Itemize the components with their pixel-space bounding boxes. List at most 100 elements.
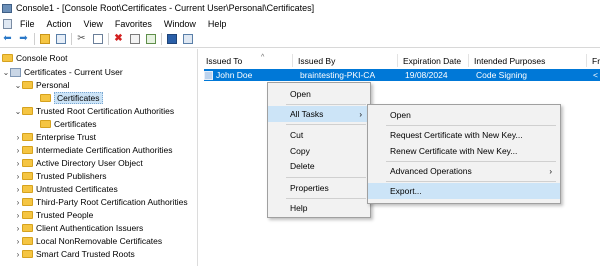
chevron-right-icon[interactable]: › <box>14 133 22 142</box>
menu-item-help[interactable]: Help <box>268 200 370 216</box>
tree-node-client-auth[interactable]: › Client Authentication Issuers <box>14 222 144 234</box>
tree-label: Active Directory User Object <box>36 158 143 168</box>
folder-icon <box>22 133 33 141</box>
submenu-item-request-new-key[interactable]: Request Certificate with New Key... <box>368 127 560 143</box>
menu-favorites[interactable]: Favorites <box>109 19 158 29</box>
menu-item-delete[interactable]: Delete <box>268 158 370 174</box>
menu-help[interactable]: Help <box>202 19 233 29</box>
tree-node-personal-certificates[interactable]: Certificates <box>40 92 103 104</box>
cell-friendly-name: < <box>593 70 598 80</box>
submenu-item-renew-new-key[interactable]: Renew Certificate with New Key... <box>368 143 560 159</box>
tree-node-trusted-root-certificates[interactable]: Certificates <box>40 118 97 130</box>
table-row[interactable]: John Doe braintesting-PKI-CA 19/08/2024 … <box>204 69 600 81</box>
column-label: Fr <box>592 55 600 66</box>
menu-separator <box>386 125 556 126</box>
console-document-icon[interactable] <box>3 18 12 29</box>
chevron-right-icon[interactable]: › <box>14 146 22 155</box>
menu-item-label: Help <box>290 203 308 213</box>
menu-item-copy[interactable]: Copy <box>268 143 370 159</box>
menu-item-all-tasks[interactable]: All Tasks › <box>268 106 370 122</box>
column-label: Expiration Date <box>403 55 462 66</box>
menu-item-label: Request Certificate with New Key... <box>390 130 523 140</box>
forward-icon[interactable]: ➡ <box>17 33 30 46</box>
menu-action[interactable]: Action <box>41 19 78 29</box>
submenu-item-open[interactable]: Open <box>368 107 560 123</box>
menu-item-label: All Tasks <box>290 109 324 119</box>
toolbar-separator <box>161 33 162 45</box>
delete-icon[interactable]: ✖ <box>112 33 125 46</box>
tree-node-trusted-root[interactable]: ⌄ Trusted Root Certification Authorities <box>14 105 174 117</box>
chevron-right-icon[interactable]: › <box>14 237 22 246</box>
submenu-item-advanced-operations[interactable]: Advanced Operations › <box>368 163 560 179</box>
menu-window[interactable]: Window <box>158 19 202 29</box>
column-intended-purposes[interactable]: Intended Purposes <box>469 54 587 67</box>
properties-icon[interactable] <box>128 33 141 46</box>
tree-node-personal[interactable]: ⌄ Personal <box>14 79 70 91</box>
tree-node-trusted-people[interactable]: › Trusted People <box>14 209 94 221</box>
tree-node-intermediate[interactable]: › Intermediate Certification Authorities <box>14 144 173 156</box>
menu-separator <box>286 198 366 199</box>
folder-icon <box>2 54 13 62</box>
folder-icon <box>22 224 33 232</box>
tree-node-local-nonremovable[interactable]: › Local NonRemovable Certificates <box>14 235 163 247</box>
chevron-right-icon[interactable]: › <box>14 224 22 233</box>
window-title: Console1 - [Console Root\Certificates - … <box>16 3 315 13</box>
mmc-app-icon <box>2 3 12 13</box>
tree-node-untrusted[interactable]: › Untrusted Certificates <box>14 183 118 195</box>
folder-icon <box>22 250 33 258</box>
tree-label: Smart Card Trusted Roots <box>36 249 135 259</box>
issued-to-value: John Doe <box>216 70 253 80</box>
tree-label: Intermediate Certification Authorities <box>36 145 173 155</box>
tree-node-smart-card[interactable]: › Smart Card Trusted Roots <box>14 248 135 260</box>
folder-icon <box>22 198 33 206</box>
certificate-store-icon <box>10 67 21 77</box>
column-issued-to[interactable]: Issued To ^ <box>201 54 293 67</box>
menu-item-properties[interactable]: Properties <box>268 180 370 196</box>
tree-node-third-party[interactable]: › Third-Party Root Certification Authori… <box>14 196 188 208</box>
folder-icon <box>22 159 33 167</box>
export-list-icon[interactable] <box>144 33 157 46</box>
menu-separator <box>286 124 366 125</box>
chevron-down-icon[interactable]: ⌄ <box>2 68 10 77</box>
show-hide-tree-icon[interactable] <box>54 33 67 46</box>
cut-icon[interactable]: ✂ <box>75 33 88 46</box>
menu-file[interactable]: File <box>14 19 41 29</box>
toolbar: ⬅ ➡ ✂ ✖ <box>0 31 600 48</box>
up-folder-icon[interactable] <box>38 33 51 46</box>
tree-node-console-root[interactable]: Console Root <box>2 52 68 64</box>
certificate-icon <box>204 70 213 80</box>
tree-label: Enterprise Trust <box>36 132 96 142</box>
column-issued-by[interactable]: Issued By <box>293 54 398 67</box>
folder-icon <box>40 120 51 128</box>
menu-view[interactable]: View <box>78 19 109 29</box>
copy-icon[interactable] <box>91 33 104 46</box>
chevron-right-icon[interactable]: › <box>14 172 22 181</box>
folder-icon <box>22 146 33 154</box>
tree-node-enterprise-trust[interactable]: › Enterprise Trust <box>14 131 96 143</box>
view-icon[interactable] <box>181 33 194 46</box>
chevron-down-icon[interactable]: ⌄ <box>14 81 22 90</box>
chevron-down-icon[interactable]: ⌄ <box>14 107 22 116</box>
submenu-item-export[interactable]: Export... <box>368 183 560 199</box>
tree-node-trusted-publishers[interactable]: › Trusted Publishers <box>14 170 107 182</box>
column-expiration-date[interactable]: Expiration Date <box>398 54 469 67</box>
menu-separator <box>386 161 556 162</box>
chevron-right-icon[interactable]: › <box>14 198 22 207</box>
chevron-right-icon[interactable]: › <box>14 159 22 168</box>
chevron-right-icon[interactable]: › <box>14 250 22 259</box>
chevron-right-icon[interactable]: › <box>14 211 22 220</box>
tree-node-certificates-current-user[interactable]: ⌄ Certificates - Current User <box>2 66 123 78</box>
menu-item-cut[interactable]: Cut <box>268 127 370 143</box>
tree-label: Certificates <box>54 92 103 104</box>
help-icon[interactable] <box>165 33 178 46</box>
folder-icon <box>22 81 33 89</box>
column-friendly-name[interactable]: Fr <box>587 54 600 67</box>
console-tree: Console Root ⌄ Certificates - Current Us… <box>0 49 198 266</box>
folder-icon <box>22 211 33 219</box>
cell-purposes: Code Signing <box>476 70 528 80</box>
tree-node-active-directory[interactable]: › Active Directory User Object <box>14 157 143 169</box>
menu-item-open[interactable]: Open <box>268 86 370 102</box>
chevron-right-icon[interactable]: › <box>14 185 22 194</box>
menu-separator <box>386 181 556 182</box>
back-icon[interactable]: ⬅ <box>1 33 14 46</box>
